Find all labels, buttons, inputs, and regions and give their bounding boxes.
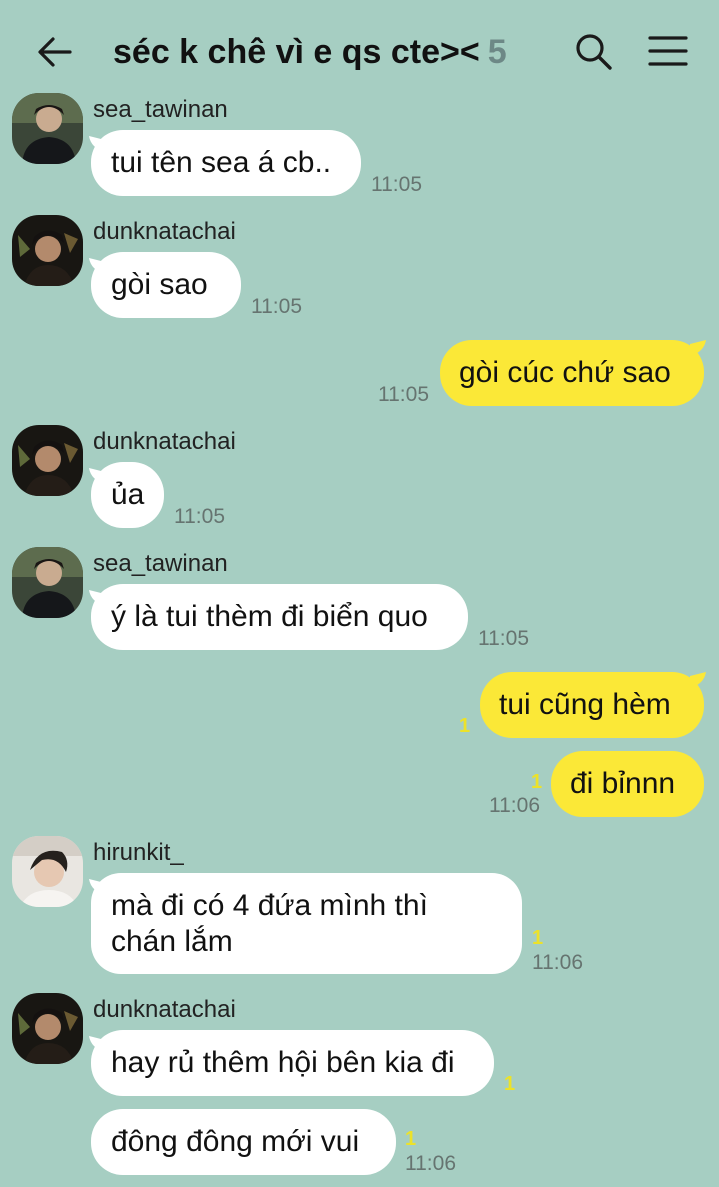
avatar[interactable] [12,93,83,164]
avatar[interactable] [12,215,83,286]
sender-name: dunknatachai [93,218,236,245]
message-time: 11:05 [371,173,422,196]
message-bubble[interactable]: ý là tui thèm đi biển quo [91,584,468,650]
chat-title-text: séc k chê vì e qs cte>< [113,33,480,71]
message-time: 11:06 [489,794,540,817]
search-icon[interactable] [574,32,614,72]
message-text: hay rủ thêm hội bên kia đi [111,1046,455,1079]
sender-name: sea_tawinan [93,96,228,123]
message-time: 11:05 [174,505,225,528]
message-bubble[interactable]: đi bỉnnn [551,751,704,817]
menu-icon[interactable] [648,34,688,68]
message-text-line: mà đi có 4 đứa mình thì [111,889,428,922]
member-count: 5 [487,33,507,71]
message-time: 11:05 [378,383,429,406]
message-time: 11:06 [405,1152,456,1175]
message-bubble[interactable]: gòi sao [91,252,241,318]
message-text: tui cũng hèm [499,688,671,721]
unread-count: 1 [531,771,543,793]
message-text-line: chán lắm [111,925,233,958]
avatar[interactable] [12,836,83,907]
message-text: ủa [111,478,145,511]
bubble-tail [690,340,706,356]
message-text: đi bỉnnn [570,767,676,800]
message-text: gòi cúc chứ sao [459,356,671,389]
message-time: 11:05 [251,295,302,318]
chat-header: séc k chê vì e qs cte>< 5 [0,0,719,100]
sender-name: dunknatachai [93,996,236,1023]
sender-name: dunknatachai [93,428,236,455]
message-text: ý là tui thèm đi biển quo [111,600,428,633]
message-text: tui tên sea á cb.. [111,146,332,179]
message-bubble[interactable]: gòi cúc chứ sao [440,340,704,406]
unread-count: 1 [459,715,471,737]
bubble-tail [690,672,706,688]
unread-count: 1 [504,1073,516,1095]
message-bubble[interactable]: tui cũng hèm [480,672,704,738]
avatar[interactable] [12,425,83,496]
message-bubble[interactable]: mà đi có 4 đứa mình thì chán lắm [91,873,522,974]
message-text: gòi sao [111,268,208,301]
message-time: 11:06 [532,951,583,974]
chat-title: séc k chê vì e qs cte>< 5 [113,30,507,74]
sender-name: hirunkit_ [93,839,184,866]
avatar[interactable] [12,547,83,618]
message-bubble[interactable]: hay rủ thêm hội bên kia đi [91,1030,494,1096]
unread-count: 1 [405,1128,417,1150]
unread-count: 1 [532,927,544,949]
sender-name: sea_tawinan [93,550,228,577]
back-arrow-icon[interactable] [36,33,74,71]
message-time: 11:05 [478,627,529,650]
message-bubble[interactable]: đông đông mới vui [91,1109,396,1175]
avatar[interactable] [12,993,83,1064]
message-text: đông đông mới vui [111,1125,360,1158]
message-bubble[interactable]: ủa [91,462,164,528]
message-bubble[interactable]: tui tên sea á cb.. [91,130,361,196]
